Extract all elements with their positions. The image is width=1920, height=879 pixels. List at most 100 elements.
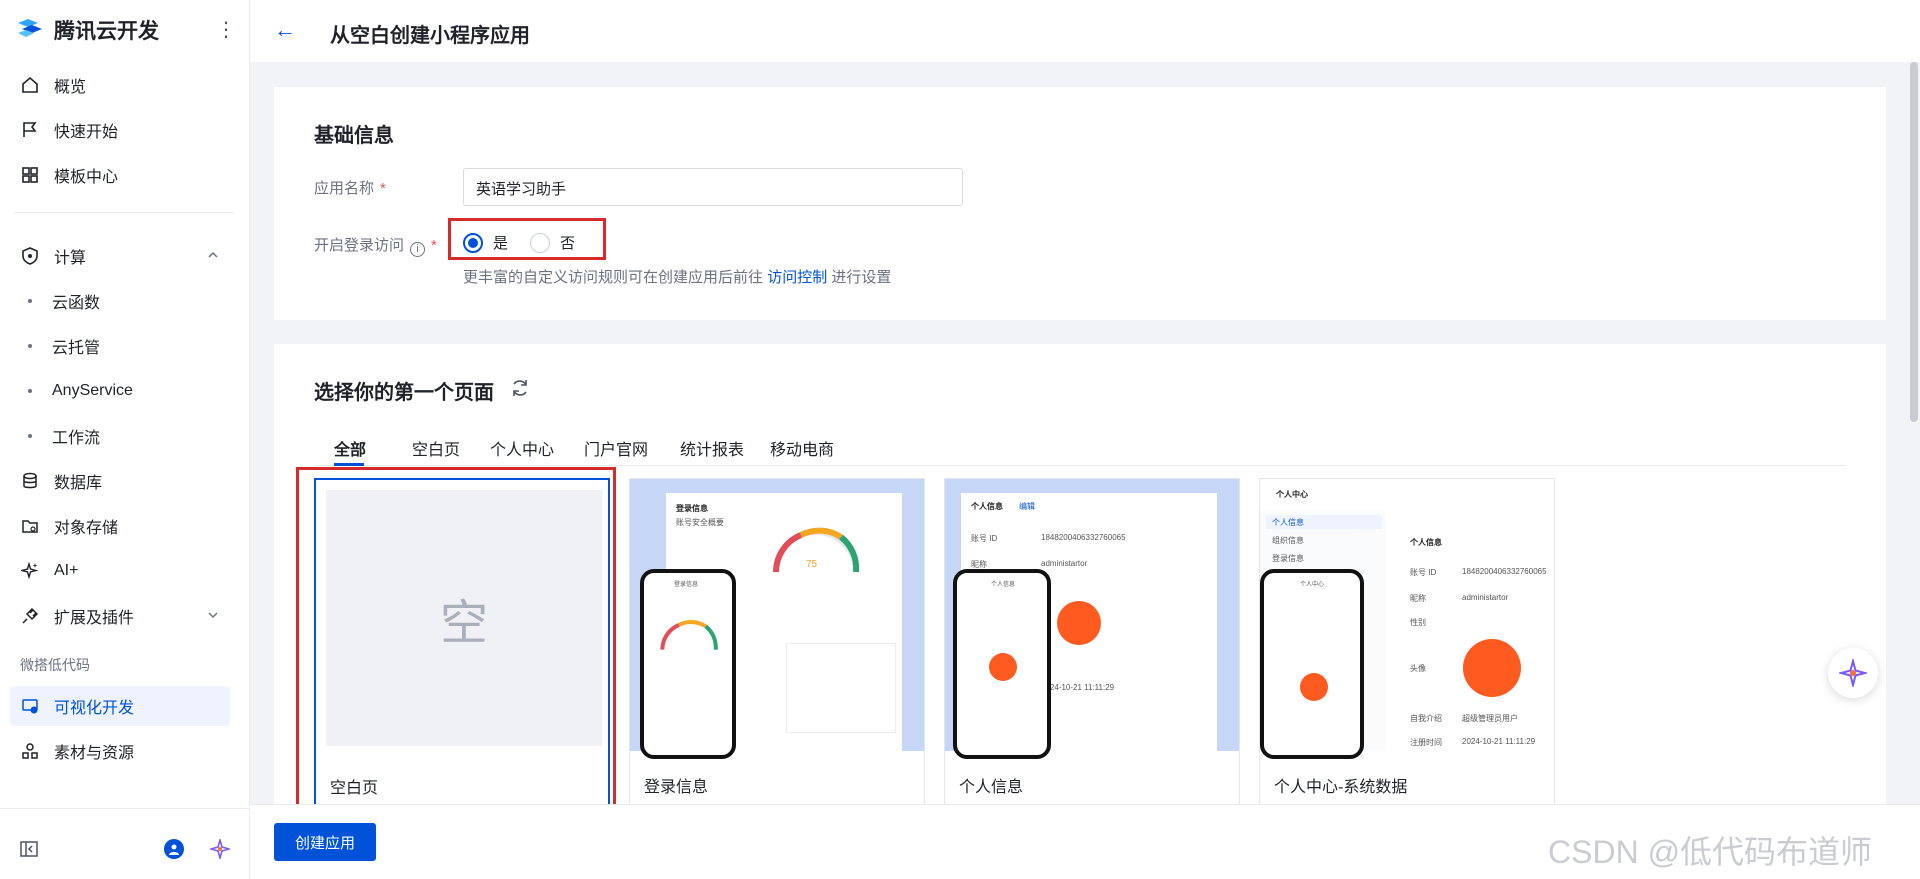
page-title: 从空白创建小程序应用 bbox=[330, 25, 530, 47]
template-name: 个人信息 bbox=[959, 779, 1024, 796]
create-app-button[interactable]: 创建应用 bbox=[274, 823, 376, 861]
flag-icon bbox=[20, 120, 40, 140]
brand[interactable]: 腾讯云开发 bbox=[16, 16, 159, 44]
sidebar-item-label: 数据库 bbox=[54, 475, 103, 492]
mock-edit-link: 编辑 bbox=[1019, 502, 1035, 511]
divider bbox=[14, 212, 234, 213]
radio-unchecked-icon bbox=[530, 232, 550, 253]
sidebar-item-assets[interactable]: 素材与资源 bbox=[0, 731, 250, 771]
back-arrow-icon[interactable]: ← bbox=[274, 18, 296, 42]
mock-text: 昵称 bbox=[1410, 594, 1426, 603]
tab-portal[interactable]: 门户官网 bbox=[584, 436, 648, 460]
assistant-logo-icon bbox=[1839, 659, 1867, 687]
mock-phone: 个人信息 bbox=[953, 569, 1051, 759]
basic-info-card: 基础信息 应用名称 * 英语学习助手 开启登录访问 i * 是 否 更丰富的自定义访问… bbox=[274, 87, 1886, 320]
tab-ecommerce[interactable]: 移动电商 bbox=[770, 436, 834, 460]
mock-text: 登录信息 bbox=[676, 504, 708, 513]
template-card-personal-info[interactable]: 个人信息 编辑 账号 ID 1848200406332760065 昵称 adm… bbox=[944, 478, 1240, 804]
assistant-logo-icon[interactable] bbox=[208, 837, 232, 864]
sidebar-item-label: 模板中心 bbox=[54, 169, 119, 186]
sidebar-item-label: 云托管 bbox=[52, 340, 101, 357]
section-title: 基础信息 bbox=[314, 125, 394, 147]
sidebar-item-extensions[interactable]: 扩展及插件 bbox=[0, 596, 250, 636]
template-thumbnail: 个人信息 编辑 账号 ID 1848200406332760065 昵称 adm… bbox=[945, 479, 1239, 759]
template-card-personal-center[interactable]: 个人中心 个人信息 组织信息 登录信息 个人信息 账号 ID 184820040… bbox=[1259, 478, 1555, 804]
hint-text: 进行设置 bbox=[831, 269, 892, 286]
assistant-float-button[interactable] bbox=[1828, 648, 1878, 698]
user-avatar-icon[interactable] bbox=[164, 839, 184, 859]
template-name: 个人中心-系统数据 bbox=[1274, 779, 1408, 796]
mock-text: 登录信息 bbox=[1272, 554, 1304, 563]
sidebar-subitem-cloud-function[interactable]: 云函数 bbox=[0, 281, 250, 321]
sidebar-subitem-anyservice[interactable]: AnyService bbox=[0, 371, 250, 411]
required-mark: * bbox=[380, 180, 386, 197]
mock-text: administartor bbox=[1462, 593, 1509, 602]
sparkle-icon bbox=[20, 561, 40, 581]
tab-personal-center[interactable]: 个人中心 bbox=[490, 436, 554, 460]
folder-cloud-icon bbox=[20, 516, 40, 536]
app-name-input[interactable]: 英语学习助手 bbox=[463, 168, 963, 206]
database-icon bbox=[20, 471, 40, 491]
template-thumbnail: 个人中心 个人信息 组织信息 登录信息 个人信息 账号 ID 184820040… bbox=[1260, 479, 1554, 759]
collapse-sidebar-icon[interactable] bbox=[20, 841, 38, 862]
mock-text: 登录信息 bbox=[674, 582, 699, 588]
mock-text: 个人中心 bbox=[1276, 490, 1308, 499]
label-text: 应用名称 bbox=[314, 180, 375, 197]
visual-dev-icon bbox=[20, 696, 40, 716]
mock-text: 1848200406332760065 bbox=[1462, 567, 1547, 576]
radio-label: 是 bbox=[493, 235, 509, 252]
gauge-value: 75 bbox=[806, 559, 818, 570]
sidebar-item-quick-start[interactable]: 快速开始 bbox=[0, 110, 250, 150]
tab-all[interactable]: 全部 bbox=[334, 436, 366, 460]
more-menu-icon[interactable]: ⋮ bbox=[216, 18, 236, 42]
mock-text: 注册时间 bbox=[1410, 738, 1442, 747]
app-name-label: 应用名称 * bbox=[314, 177, 386, 198]
mock-text: 组织信息 bbox=[1272, 536, 1304, 545]
sidebar-subitem-workflow[interactable]: 工作流 bbox=[0, 416, 250, 456]
mock-text: 2024-10-21 11:11:29 bbox=[1041, 683, 1115, 692]
sidebar-item-overview[interactable]: 概览 bbox=[0, 65, 250, 105]
tab-reports[interactable]: 统计报表 bbox=[680, 436, 744, 460]
sidebar-item-label: 扩展及插件 bbox=[54, 610, 135, 627]
mock-text: 个人信息 bbox=[991, 582, 1016, 588]
sidebar-footer bbox=[0, 808, 250, 879]
tencent-cloud-logo-icon bbox=[16, 17, 44, 44]
mock-text: 个人信息 bbox=[1410, 538, 1442, 547]
page-header: ← 从空白创建小程序应用 bbox=[250, 0, 1920, 62]
radio-no[interactable]: 否 bbox=[530, 232, 575, 253]
mock-list bbox=[786, 643, 896, 733]
template-thumbnail: 登录信息 账号安全概要 75 登录信息 bbox=[630, 479, 924, 759]
sidebar-item-label: 对象存储 bbox=[54, 520, 119, 537]
sidebar-item-storage[interactable]: 对象存储 bbox=[0, 506, 250, 546]
tab-indicator bbox=[334, 463, 364, 466]
refresh-icon[interactable] bbox=[510, 378, 530, 403]
access-control-link[interactable]: 访问控制 bbox=[767, 269, 827, 286]
category-tabs: 全部 空白页 个人中心 门户官网 统计报表 移动电商 bbox=[314, 436, 1846, 466]
sidebar-item-database[interactable]: 数据库 bbox=[0, 461, 250, 501]
label-text: 开启登录访问 bbox=[314, 237, 405, 254]
radio-yes[interactable]: 是 bbox=[463, 232, 508, 253]
required-mark: * bbox=[431, 237, 437, 254]
sidebar-item-label: 可视化开发 bbox=[54, 700, 135, 717]
section-title: 选择你的第一个页面 bbox=[314, 382, 494, 404]
sidebar-item-visual-dev[interactable]: 可视化开发 bbox=[0, 686, 250, 726]
mock-text: 性别 bbox=[1410, 618, 1426, 627]
template-card-login-info[interactable]: 登录信息 账号安全概要 75 登录信息 登录信息 bbox=[629, 478, 925, 804]
gauge-chart bbox=[660, 620, 718, 650]
sidebar-item-templates[interactable]: 模板中心 bbox=[0, 155, 250, 195]
sidebar-item-compute[interactable]: 计算 bbox=[0, 236, 250, 276]
sidebar-item-ai[interactable]: AI+ bbox=[0, 551, 250, 591]
tab-blank[interactable]: 空白页 bbox=[412, 436, 460, 460]
mock-phone: 个人中心 bbox=[1260, 569, 1364, 759]
watermark: CSDN @低代码布道师 bbox=[1548, 834, 1873, 870]
info-icon[interactable]: i bbox=[410, 241, 426, 257]
bullet bbox=[28, 344, 32, 348]
sidebar-subitem-cloud-hosting[interactable]: 云托管 bbox=[0, 326, 250, 366]
mock-text: 个人信息 bbox=[971, 502, 1003, 511]
assets-icon bbox=[20, 741, 40, 761]
sidebar-item-label: AnyService bbox=[52, 382, 133, 399]
sidebar-item-label: 概览 bbox=[54, 79, 87, 96]
highlight-box bbox=[296, 467, 616, 804]
mock-phone: 登录信息 bbox=[640, 569, 736, 759]
scrollbar[interactable] bbox=[1910, 62, 1918, 422]
